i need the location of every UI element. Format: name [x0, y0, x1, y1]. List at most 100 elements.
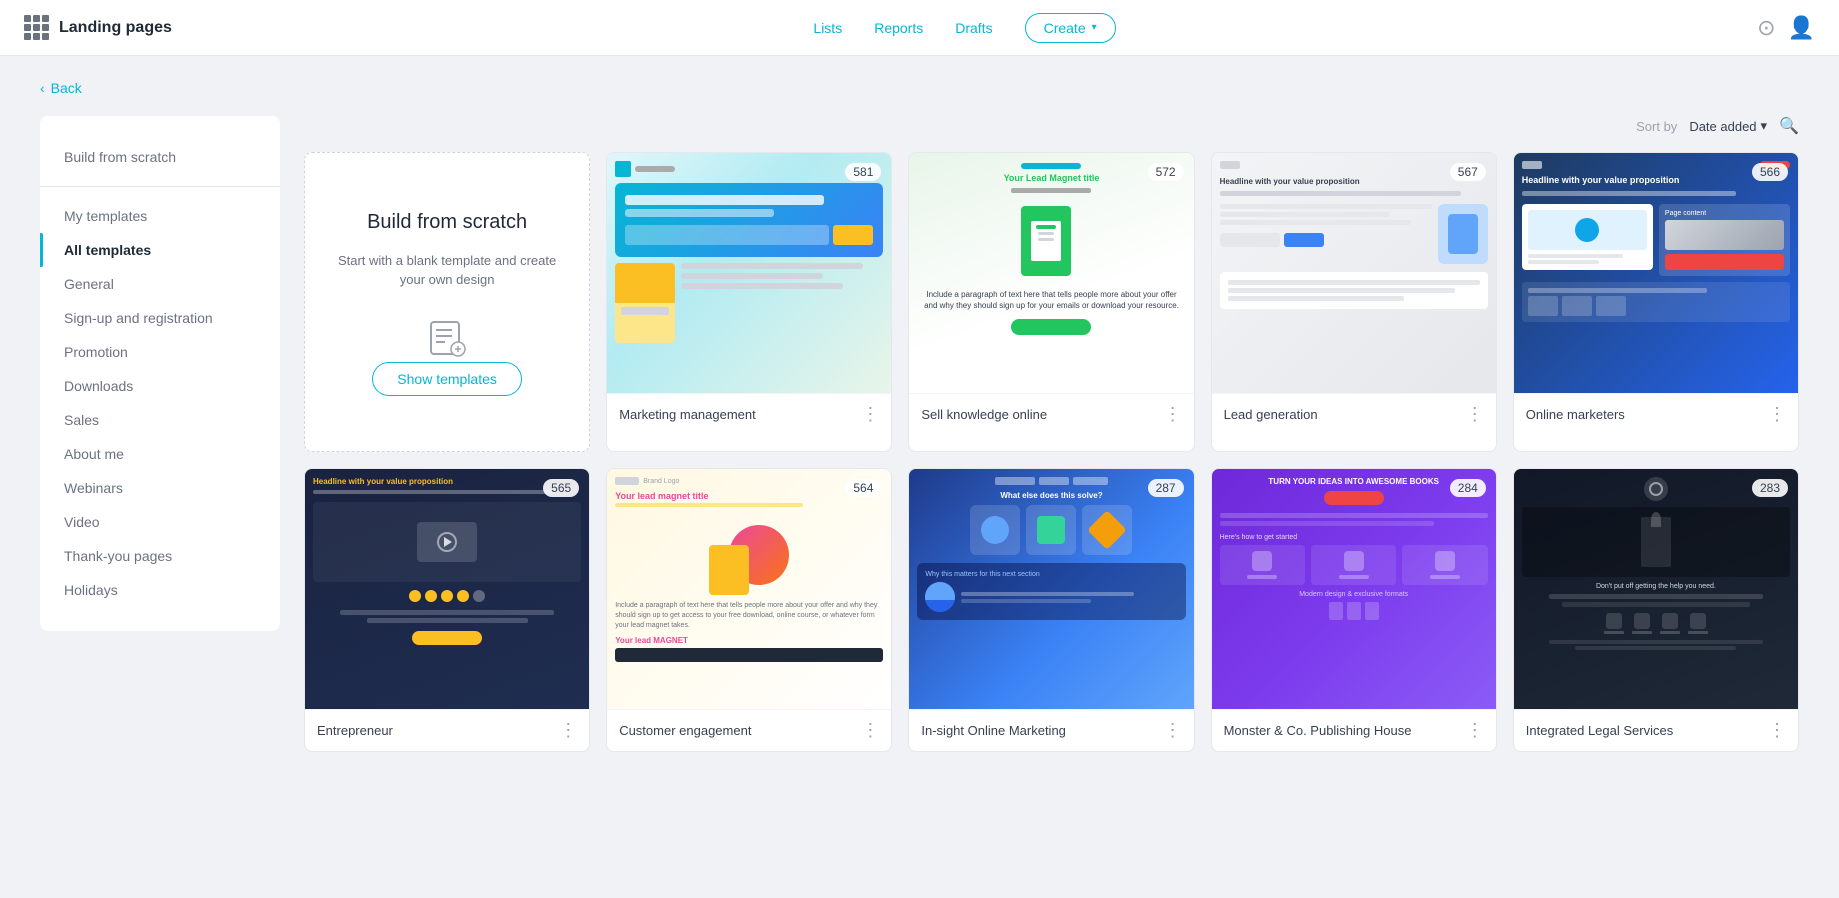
template-menu-button-r2-2[interactable]: ⋮ — [1164, 720, 1182, 741]
sidebar-item-label: General — [64, 276, 114, 292]
card-footer-entrepreneur: Entrepreneur ⋮ — [305, 709, 589, 751]
template-menu-button-2[interactable]: ⋮ — [1466, 404, 1484, 425]
sort-value-text: Date added — [1689, 119, 1756, 134]
sidebar-item-about-me[interactable]: About me — [40, 437, 280, 471]
back-link[interactable]: ‹ Back — [40, 80, 1799, 96]
sidebar-item-label: Webinars — [64, 480, 123, 496]
back-label: Back — [51, 80, 82, 96]
sort-label: Sort by — [1636, 119, 1677, 134]
sidebar-item-downloads[interactable]: Downloads — [40, 369, 280, 403]
top-navigation: Landing pages Lists Reports Drafts Creat… — [0, 0, 1839, 56]
sidebar-item-label: All templates — [64, 242, 151, 258]
template-card-monster[interactable]: 284 TURN YOUR IDEAS INTO AWESOME BOOKS H… — [1211, 468, 1497, 752]
template-preview-sell: 572 Your Lead Magnet title — [909, 153, 1193, 393]
template-title-r2-1: Customer engagement — [619, 723, 751, 738]
sidebar-item-signup[interactable]: Sign-up and registration — [40, 301, 280, 335]
main-content: ‹ Back Build from scratch My templates A… — [0, 56, 1839, 776]
sidebar-item-my-templates[interactable]: My templates — [40, 199, 280, 233]
app-title: Landing pages — [59, 19, 172, 37]
sidebar-item-build-from-scratch[interactable]: Build from scratch — [40, 140, 280, 174]
template-card-insight[interactable]: 287 What else does this solve? — [908, 468, 1194, 752]
template-preview-legal: 283 Don — [1514, 469, 1798, 709]
scratch-description: Start with a blank template and create y… — [329, 251, 565, 290]
sidebar-item-promotion[interactable]: Promotion — [40, 335, 280, 369]
templates-row-2: 565 Headline with your value proposition — [304, 468, 1799, 752]
template-count-1: 572 — [1148, 163, 1184, 181]
sidebar-item-webinars[interactable]: Webinars — [40, 471, 280, 505]
sidebar-item-label: About me — [64, 446, 124, 462]
show-templates-button[interactable]: Show templates — [372, 362, 522, 396]
sidebar-item-label: My templates — [64, 208, 147, 224]
sidebar-item-label: Promotion — [64, 344, 128, 360]
scratch-pencil-icon — [423, 314, 471, 362]
user-avatar-icon[interactable]: 👤 — [1788, 15, 1815, 41]
sidebar-item-label: Holidays — [64, 582, 118, 598]
card-footer-monster: Monster & Co. Publishing House ⋮ — [1212, 709, 1496, 751]
nav-reports[interactable]: Reports — [874, 20, 923, 36]
templates-grid-area: Sort by Date added ▾ 🔍 Build from scratc… — [304, 116, 1799, 752]
template-menu-button-3[interactable]: ⋮ — [1768, 404, 1786, 425]
template-preview-insight: 287 What else does this solve? — [909, 469, 1193, 709]
card-footer-insight: In-sight Online Marketing ⋮ — [909, 709, 1193, 751]
nav-right: ⊙ 👤 — [1757, 15, 1815, 41]
sidebar-item-video[interactable]: Video — [40, 505, 280, 539]
scratch-card[interactable]: Build from scratch Start with a blank te… — [304, 152, 590, 452]
app-logo-area: Landing pages — [24, 15, 172, 40]
template-title-r2-4: Integrated Legal Services — [1526, 723, 1673, 738]
card-footer-online: Online marketers ⋮ — [1514, 393, 1798, 435]
template-count-r2-3: 284 — [1450, 479, 1486, 497]
template-card-legal[interactable]: 283 Don — [1513, 468, 1799, 752]
template-count-r2-1: 564 — [845, 479, 881, 497]
sidebar-item-label: Sign-up and registration — [64, 310, 213, 326]
template-menu-button-r2-4[interactable]: ⋮ — [1768, 720, 1786, 741]
user-profile-icon[interactable]: ⊙ — [1757, 15, 1775, 41]
sidebar-item-thankyou[interactable]: Thank-you pages — [40, 539, 280, 573]
template-card-marketing[interactable]: 581 — [606, 152, 892, 452]
card-footer-lead: Lead generation ⋮ — [1212, 393, 1496, 435]
template-count-3: 566 — [1752, 163, 1788, 181]
template-preview-marketing: 581 — [607, 153, 891, 393]
template-menu-button-r2-1[interactable]: ⋮ — [861, 720, 879, 741]
sidebar-item-general[interactable]: General — [40, 267, 280, 301]
template-count-2: 567 — [1450, 163, 1486, 181]
search-button[interactable]: 🔍 — [1779, 116, 1799, 136]
sidebar-item-label: Build from scratch — [64, 149, 176, 165]
template-preview-entrepreneur: 565 Headline with your value proposition — [305, 469, 589, 709]
sidebar-item-all-templates[interactable]: All templates — [40, 233, 280, 267]
sidebar-divider — [40, 186, 280, 187]
sidebar: Build from scratch My templates All temp… — [40, 116, 280, 631]
template-count-r2-2: 287 — [1148, 479, 1184, 497]
template-card-lead[interactable]: 567 Headline with your value proposition — [1211, 152, 1497, 452]
card-footer-legal: Integrated Legal Services ⋮ — [1514, 709, 1798, 751]
card-footer-customer: Customer engagement ⋮ — [607, 709, 891, 751]
grid-top-bar: Sort by Date added ▾ 🔍 — [304, 116, 1799, 136]
templates-row-1: Build from scratch Start with a blank te… — [304, 152, 1799, 452]
template-title-2: Lead generation — [1224, 407, 1318, 422]
template-title-3: Online marketers — [1526, 407, 1625, 422]
template-count-r2-0: 565 — [543, 479, 579, 497]
template-title-r2-3: Monster & Co. Publishing House — [1224, 723, 1412, 738]
template-card-customer[interactable]: 564 Brand Logo Your lead magnet title — [606, 468, 892, 752]
template-menu-button-1[interactable]: ⋮ — [1164, 404, 1182, 425]
nav-drafts[interactable]: Drafts — [955, 20, 992, 36]
sidebar-item-sales[interactable]: Sales — [40, 403, 280, 437]
sidebar-item-label: Video — [64, 514, 100, 530]
sort-value[interactable]: Date added ▾ — [1689, 118, 1767, 134]
template-card-sell[interactable]: 572 Your Lead Magnet title — [908, 152, 1194, 452]
template-preview-monster: 284 TURN YOUR IDEAS INTO AWESOME BOOKS H… — [1212, 469, 1496, 709]
sidebar-item-holidays[interactable]: Holidays — [40, 573, 280, 607]
grid-icon[interactable] — [24, 15, 49, 40]
create-button[interactable]: Create ▾ — [1025, 13, 1116, 43]
template-menu-button-0[interactable]: ⋮ — [861, 404, 879, 425]
template-card-online[interactable]: 566 Headline with your value proposition — [1513, 152, 1799, 452]
sort-chevron-icon: ▾ — [1761, 118, 1768, 134]
sidebar-item-label: Thank-you pages — [64, 548, 172, 564]
template-menu-button-r2-3[interactable]: ⋮ — [1466, 720, 1484, 741]
scratch-title: Build from scratch — [367, 209, 527, 235]
nav-lists[interactable]: Lists — [813, 20, 842, 36]
template-preview-customer: 564 Brand Logo Your lead magnet title — [607, 469, 891, 709]
template-card-entrepreneur[interactable]: 565 Headline with your value proposition — [304, 468, 590, 752]
template-count-r2-4: 283 — [1752, 479, 1788, 497]
template-preview-lead: 567 Headline with your value proposition — [1212, 153, 1496, 393]
template-menu-button-r2-0[interactable]: ⋮ — [559, 720, 577, 741]
